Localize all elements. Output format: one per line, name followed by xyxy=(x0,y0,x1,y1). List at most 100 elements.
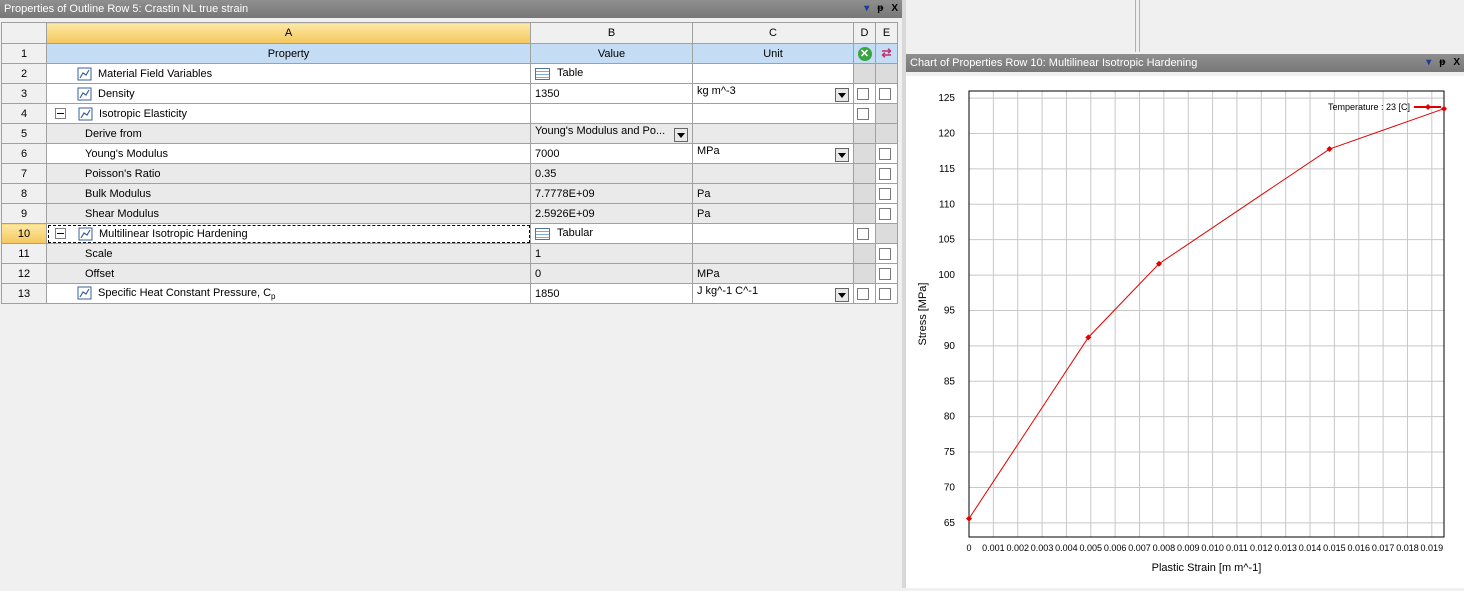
property-unit: kg m^-3 xyxy=(697,85,736,97)
chart-grid xyxy=(968,91,1444,537)
y-tick-label: 110 xyxy=(939,199,955,210)
property-name: Shear Modulus xyxy=(46,203,531,224)
separator xyxy=(1139,0,1140,52)
x-tick-label: 0.008 xyxy=(1153,543,1176,553)
row-number: 1 xyxy=(1,43,47,64)
column-header-d[interactable]: D xyxy=(853,22,876,44)
property-subscript: p xyxy=(271,292,276,302)
x-tick-label: 0.019 xyxy=(1421,543,1444,553)
property-chart-icon xyxy=(78,227,93,240)
property-value: 2.5926E+09 xyxy=(530,203,693,224)
x-tick-label: 0 xyxy=(966,543,971,553)
close-icon[interactable]: X xyxy=(891,0,898,18)
property-unit: MPa xyxy=(697,145,720,157)
parameter-checkbox[interactable] xyxy=(879,267,891,280)
row-number: 9 xyxy=(1,203,47,224)
property-value[interactable] xyxy=(530,103,693,124)
property-value[interactable]: 1850 xyxy=(530,283,693,304)
property-unit xyxy=(692,123,854,144)
parameter-checkbox[interactable] xyxy=(857,87,869,100)
pin-icon[interactable]: ᵽ xyxy=(877,0,883,18)
panel-dropdown-button[interactable]: ▾ xyxy=(1426,54,1431,72)
derive-dropdown-button[interactable] xyxy=(674,128,688,142)
row-number: 10 xyxy=(1,223,47,244)
table-row: 4 Isotropic Elasticity xyxy=(1,103,898,124)
parameter-checkbox[interactable] xyxy=(857,227,869,240)
parameter-checkbox[interactable] xyxy=(879,87,891,100)
x-tick-labels: 0 0.001 0.002 0.003 0.004 0.005 0.006 0.007 0.00… xyxy=(966,543,1443,553)
x-tick-label: 0.004 xyxy=(1055,543,1078,553)
table-header-row: 1 Property Value Unit ✕ ⇄ xyxy=(1,43,898,64)
chart-panel: Chart of Properties Row 10: Multilinear … xyxy=(906,54,1464,588)
close-icon[interactable]: X xyxy=(1453,54,1460,72)
parameter-checkbox[interactable] xyxy=(857,107,869,120)
properties-panel-title: Properties of Outline Row 5: Crastin NL … xyxy=(4,3,249,15)
column-header-e[interactable]: E xyxy=(875,22,898,44)
property-value: Table xyxy=(557,67,584,80)
row-number: 7 xyxy=(1,163,47,184)
parameter-checkbox[interactable] xyxy=(879,167,891,180)
parameter-icon[interactable]: ⇄ xyxy=(880,47,894,59)
property-unit: J kg^-1 C^-1 xyxy=(697,285,759,297)
parameter-checkbox[interactable] xyxy=(879,247,891,260)
corner-cell xyxy=(1,22,47,44)
upper-right-area xyxy=(906,0,1464,52)
properties-panel-titlebar: Properties of Outline Row 5: Crastin NL … xyxy=(0,0,902,18)
property-name: Scale xyxy=(46,243,531,264)
property-value: Young's Modulus and Po... xyxy=(535,125,666,137)
property-name: Isotropic Elasticity xyxy=(99,107,188,120)
y-tick-label: 65 xyxy=(944,518,956,529)
property-value[interactable]: 0 xyxy=(530,263,693,284)
property-unit xyxy=(692,243,854,264)
property-value[interactable]: 1350 xyxy=(530,83,693,104)
row-number: 11 xyxy=(1,243,47,264)
separator xyxy=(1135,0,1136,52)
property-name: Poisson's Ratio xyxy=(46,163,531,184)
pin-icon[interactable]: ᵽ xyxy=(1439,54,1445,72)
panel-dropdown-button[interactable]: ▾ xyxy=(864,0,869,18)
delete-icon[interactable]: ✕ xyxy=(857,46,872,61)
collapse-icon[interactable] xyxy=(55,228,66,239)
unit-dropdown-button[interactable] xyxy=(835,288,849,302)
x-tick-label: 0.013 xyxy=(1274,543,1297,553)
unit-dropdown-button[interactable] xyxy=(835,88,849,102)
table-row: 12 Offset 0 MPa xyxy=(1,263,898,284)
property-name: Bulk Modulus xyxy=(46,183,531,204)
chart-panel-title: Chart of Properties Row 10: Multilinear … xyxy=(910,57,1198,69)
property-value[interactable]: 1 xyxy=(530,243,693,264)
y-tick-label: 115 xyxy=(939,164,955,175)
property-chart-icon xyxy=(77,286,92,300)
data-point xyxy=(1441,105,1447,112)
unit-dropdown-button[interactable] xyxy=(835,148,849,162)
header-value: Value xyxy=(530,43,693,64)
table-icon xyxy=(535,67,550,80)
parameter-checkbox[interactable] xyxy=(879,287,891,300)
row-number: 13 xyxy=(1,283,47,304)
property-name: Derive from xyxy=(46,123,531,144)
table-row: 9 Shear Modulus 2.5926E+09 Pa xyxy=(1,203,898,224)
parameter-checkbox[interactable] xyxy=(879,207,891,220)
property-unit: MPa xyxy=(692,263,854,284)
parameter-checkbox[interactable] xyxy=(879,147,891,160)
header-d: ✕ xyxy=(853,43,876,64)
column-header-c[interactable]: C xyxy=(692,22,854,44)
parameter-checkbox[interactable] xyxy=(857,287,869,300)
table-row-selected: 10 Multilinear Isotropic Hardening Tabul… xyxy=(1,223,898,244)
collapse-icon[interactable] xyxy=(55,108,66,119)
y-tick-label: 100 xyxy=(938,270,955,281)
property-chart-icon xyxy=(78,107,93,120)
header-e: ⇄ xyxy=(875,43,898,64)
property-value: Tabular xyxy=(557,227,594,240)
property-value[interactable]: 0.35 xyxy=(530,163,693,184)
table-row: 5 Derive from Young's Modulus and Po... xyxy=(1,123,898,144)
row-number: 3 xyxy=(1,83,47,104)
property-value[interactable]: 7000 xyxy=(530,143,693,164)
parameter-checkbox[interactable] xyxy=(879,187,891,200)
y-tick-label: 125 xyxy=(938,93,955,104)
row-number: 6 xyxy=(1,143,47,164)
data-point xyxy=(1326,146,1333,153)
column-header-a[interactable]: A xyxy=(46,22,531,44)
column-header-b[interactable]: B xyxy=(530,22,693,44)
table-row: 2 Material Field Variables Table xyxy=(1,63,898,84)
x-tick-label: 0.005 xyxy=(1080,543,1103,553)
